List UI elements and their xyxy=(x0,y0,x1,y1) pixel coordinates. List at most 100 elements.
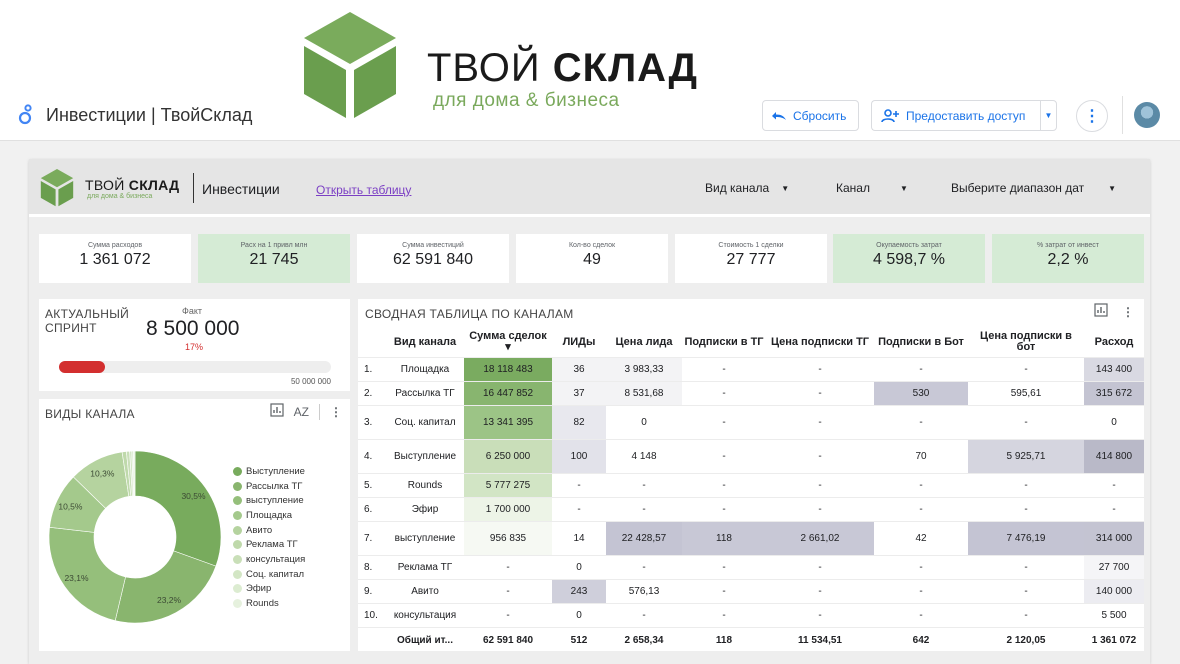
table-cell: - xyxy=(606,472,682,497)
more-vert-icon[interactable]: ⋮ xyxy=(330,405,342,419)
column-header[interactable]: Подписки в ТГ xyxy=(682,328,766,357)
table-row[interactable]: 7. выступление 956 835 14 22 428,57 118 2 661,… xyxy=(358,520,1144,555)
looker-studio-icon xyxy=(18,104,32,125)
sort-az-icon[interactable]: AZ xyxy=(294,405,309,419)
table-row[interactable]: 4. Выступление 6 250 000 100 4 148- -70 5 925,… xyxy=(358,438,1144,473)
column-header[interactable] xyxy=(358,328,386,357)
table-cell: 10. xyxy=(358,602,386,627)
legend-label: выступление xyxy=(246,495,304,507)
column-header[interactable]: Цена лида xyxy=(606,328,682,357)
table-cell: 42 xyxy=(874,520,968,555)
table-cell: 70 xyxy=(874,438,968,473)
filter-channel[interactable]: Канал ▼ xyxy=(836,181,908,195)
column-header[interactable]: Расход xyxy=(1084,328,1144,357)
donut-slice[interactable] xyxy=(134,450,222,567)
legend-label: Площадка xyxy=(246,509,293,521)
report-page: ТВОЙ СКЛАД для дома & бизнеса Инвестиции… xyxy=(29,159,1150,664)
total-cell: 2 658,34 xyxy=(606,626,682,653)
table-row[interactable]: 9. Авито -243 576,13- - - -140 000 xyxy=(358,578,1144,603)
table-cell: - xyxy=(606,602,682,627)
kpi-value: 62 591 840 xyxy=(392,251,474,268)
table-row[interactable]: 1. Площадка 18 118 483 36 3 983,33- - - -143 40… xyxy=(358,356,1144,381)
column-header[interactable]: Цена подписки ТГ xyxy=(766,328,874,357)
table-cell: - xyxy=(766,356,874,381)
table-cell: - xyxy=(682,496,766,521)
legend-item[interactable]: Рассылка ТГ xyxy=(233,479,305,494)
share-button[interactable]: Предоставить доступ xyxy=(871,100,1041,131)
row-label-cell: Площадка xyxy=(386,356,464,381)
table-cell: 22 428,57 xyxy=(606,520,682,555)
table-cell: - xyxy=(968,578,1084,603)
row-label-cell: Рассылка ТГ xyxy=(386,380,464,405)
table-cell: - xyxy=(766,472,874,497)
table-cell: - xyxy=(874,578,968,603)
total-label-cell: Общий ит... xyxy=(386,626,464,653)
kpi-label: Окупаемость затрат xyxy=(876,242,942,249)
table-cell: 2 661,02 xyxy=(766,520,874,555)
table-cell: 118 xyxy=(682,520,766,555)
table-row[interactable]: 10. консультация -0- - - - -5 500 xyxy=(358,602,1144,627)
row-label-cell: Эфир xyxy=(386,496,464,521)
legend-item[interactable]: Реклама ТГ xyxy=(233,537,305,552)
legend-item[interactable]: Выступление xyxy=(233,464,305,479)
kpi-card: Стоимость 1 сделки 27 777 xyxy=(675,234,827,283)
table-cell: 4. xyxy=(358,438,386,473)
total-cell: 62 591 840 xyxy=(464,626,552,653)
avatar[interactable] xyxy=(1134,102,1160,128)
table-cell: - xyxy=(874,496,968,521)
reset-button[interactable]: Сбросить xyxy=(762,100,859,131)
kpi-card: Сумма расходов 1 361 072 xyxy=(39,234,191,283)
table-row[interactable]: 8. Реклама ТГ -0- - - - -27 700 xyxy=(358,554,1144,579)
legend-item[interactable]: Площадка xyxy=(233,508,305,523)
more-vert-icon: ⋮ xyxy=(1084,108,1100,125)
legend-dot-icon xyxy=(233,554,242,564)
legend-item[interactable]: выступление xyxy=(233,493,305,508)
row-label-cell: Реклама ТГ xyxy=(386,554,464,579)
table-cell: - xyxy=(682,472,766,497)
column-header[interactable]: Вид канала xyxy=(386,328,464,357)
donut-slice[interactable] xyxy=(114,550,217,624)
legend-item[interactable]: Авито xyxy=(233,523,305,538)
chart-edit-icon[interactable] xyxy=(270,403,284,420)
channel-types-chart: ВИДЫ КАНАЛА AZ ⋮ 30,5% 23,2% 23,1% 10,5% 10,… xyxy=(39,399,350,651)
table-cell: - xyxy=(682,554,766,579)
donut-chart: 30,5% 23,2% 23,1% 10,5% 10,3% xyxy=(48,450,222,624)
caret-down-icon: ▼ xyxy=(899,183,908,193)
table-row[interactable]: 2. Рассылка ТГ 16 447 852 37 8 531,68- -530 59… xyxy=(358,380,1144,405)
table-row[interactable]: 6. Эфир 1 700 000- - - - - - - xyxy=(358,496,1144,521)
slice-label: 10,3% xyxy=(90,468,115,478)
more-options-button[interactable]: ⋮ xyxy=(1076,100,1108,132)
column-header[interactable]: Подписки в Бот xyxy=(874,328,968,357)
more-vert-icon[interactable]: ⋮ xyxy=(1122,305,1134,319)
chart-edit-icon[interactable] xyxy=(1094,303,1108,320)
table-cell: - xyxy=(552,472,606,497)
row-label-cell: Авито xyxy=(386,578,464,603)
column-header[interactable]: Цена подписки в бот xyxy=(968,328,1084,357)
table-cell: 2. xyxy=(358,380,386,405)
legend-dot-icon xyxy=(233,496,242,506)
share-dropdown-button[interactable]: ▼ xyxy=(1040,100,1057,131)
table-row[interactable]: 3. Соц. капитал 13 341 395 82 0- - - -0 xyxy=(358,404,1144,439)
sprint-progress-fill xyxy=(59,361,106,373)
legend-dot-icon xyxy=(233,510,242,520)
legend-item[interactable]: консультация xyxy=(233,552,305,567)
filter-channel-type[interactable]: Вид канала ▼ xyxy=(705,181,789,195)
table-cell: 3. xyxy=(358,404,386,439)
report-header: ТВОЙ СКЛАД для дома & бизнеса Инвестиции… xyxy=(29,159,1150,217)
table-cell: 8. xyxy=(358,554,386,579)
table-row[interactable]: 5. Rounds 5 777 275- - - - - - - xyxy=(358,472,1144,497)
table-cell: 143 400 xyxy=(1084,356,1144,381)
open-table-link[interactable]: Открыть таблицу xyxy=(316,183,411,197)
report-canvas: ТВОЙ СКЛАД для дома & бизнеса Инвестиции… xyxy=(0,141,1180,664)
legend-item[interactable]: Соц. капитал xyxy=(233,567,305,582)
brand-title: ТВОЙ СКЛАД xyxy=(427,46,699,90)
kpi-card: Расх на 1 привл млн 21 745 xyxy=(198,234,350,283)
table-cell: - xyxy=(766,438,874,473)
legend-item[interactable]: Rounds xyxy=(233,596,305,611)
filter-date-range[interactable]: Выберите диапазон дат ▼ xyxy=(951,181,1116,195)
report-title: Инвестиции | ТвойСклад xyxy=(16,104,252,126)
legend-item[interactable]: Эфир xyxy=(233,582,305,597)
table-cell: - xyxy=(682,404,766,439)
sortable-column-header[interactable]: Сумма сделок ▾ xyxy=(464,328,552,357)
column-header[interactable]: ЛИДы xyxy=(552,328,606,357)
